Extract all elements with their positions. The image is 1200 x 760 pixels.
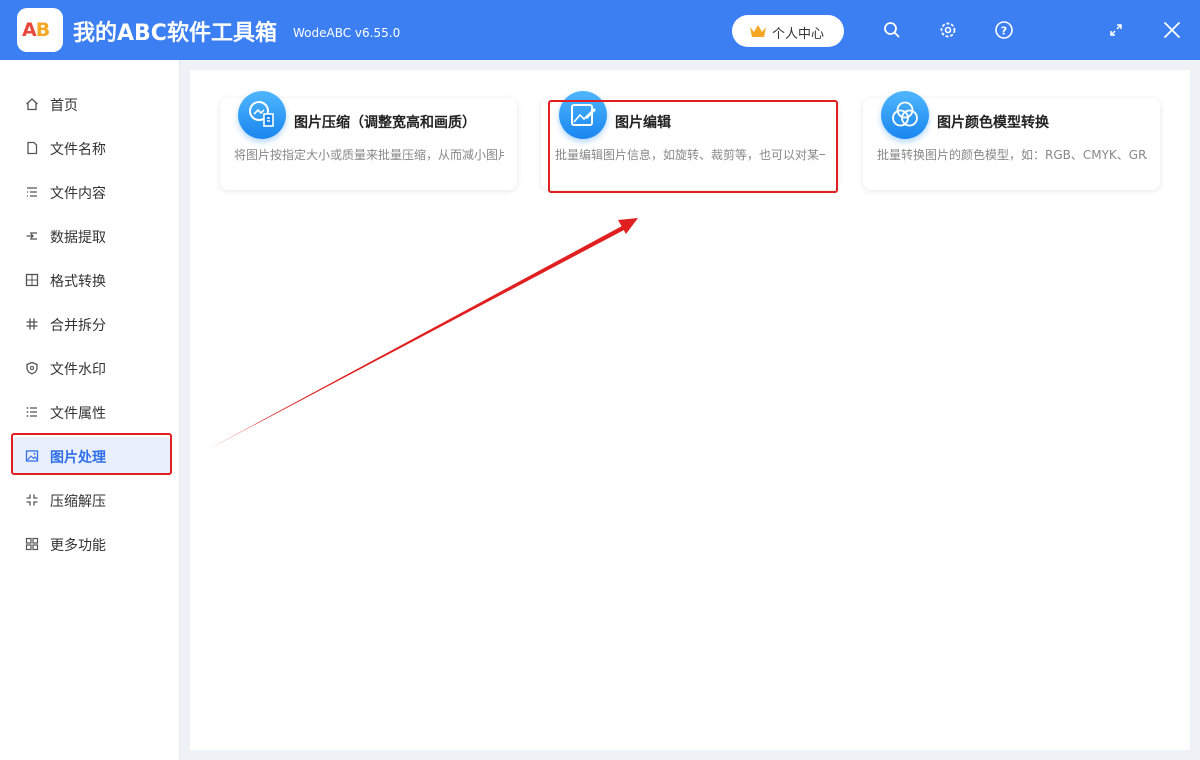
maximize-icon[interactable] bbox=[1104, 18, 1128, 42]
watermark-icon bbox=[26, 361, 38, 375]
image-compress-icon bbox=[238, 91, 286, 139]
data-extract-icon bbox=[26, 232, 37, 240]
compress-icon bbox=[26, 494, 38, 506]
sidebar-item-file-name[interactable]: 文件名称 bbox=[12, 129, 170, 167]
sidebar-item-data-extract[interactable]: 数据提取 bbox=[12, 217, 170, 255]
app-title: 我的ABC软件工具箱 bbox=[73, 21, 277, 46]
home-icon bbox=[26, 98, 38, 111]
sidebar-item-merge-split[interactable]: 合并拆分 bbox=[12, 305, 170, 343]
sidebar-item-home[interactable]: 首页 bbox=[12, 85, 170, 123]
color-model-icon bbox=[881, 91, 929, 139]
highlight-box-image-nav bbox=[11, 433, 172, 475]
sidebar-item-format-convert[interactable]: 格式转换 bbox=[12, 261, 170, 299]
user-center-button[interactable]: 个人中心 bbox=[732, 15, 844, 47]
card-desc: 批量转换图片的颜色模型，如：RGB、CMYK、GRA bbox=[877, 148, 1147, 162]
card-title: 图片压缩（调整宽高和画质） bbox=[294, 115, 476, 131]
merge-split-icon bbox=[26, 318, 38, 330]
file-content-icon bbox=[27, 187, 37, 197]
user-center-label: 个人中心 bbox=[772, 27, 825, 42]
more-icon bbox=[25, 537, 39, 551]
svg-text:?: ? bbox=[1001, 25, 1007, 38]
card-desc: 将图片按指定大小或质量来批量压缩，从而减小图片 bbox=[234, 148, 504, 162]
card-title: 图片颜色模型转换 bbox=[937, 115, 1049, 131]
sidebar-item-watermark[interactable]: 文件水印 bbox=[12, 349, 170, 387]
crown-icon bbox=[750, 25, 766, 37]
help-icon[interactable]: ? bbox=[992, 18, 1016, 42]
sidebar-item-more[interactable]: 更多功能 bbox=[12, 525, 170, 563]
file-attr-icon bbox=[26, 407, 37, 417]
sidebar-item-file-content[interactable]: 文件内容 bbox=[12, 173, 170, 211]
app-logo: AB bbox=[17, 8, 63, 52]
file-name-icon bbox=[27, 141, 38, 155]
format-convert-icon bbox=[25, 273, 39, 287]
highlight-box-image-edit bbox=[548, 100, 838, 193]
app-version: WodeABC v6.55.0 bbox=[293, 26, 401, 40]
search-icon[interactable] bbox=[880, 18, 904, 42]
gear-icon[interactable] bbox=[936, 18, 960, 42]
sidebar-item-compress[interactable]: 压缩解压 bbox=[12, 481, 170, 519]
close-icon[interactable] bbox=[1160, 18, 1184, 42]
sidebar-item-file-attr[interactable]: 文件属性 bbox=[12, 393, 170, 431]
title-bar: AB 我的ABC软件工具箱 WodeABC v6.55.0 个人中心 ? bbox=[0, 0, 1200, 60]
